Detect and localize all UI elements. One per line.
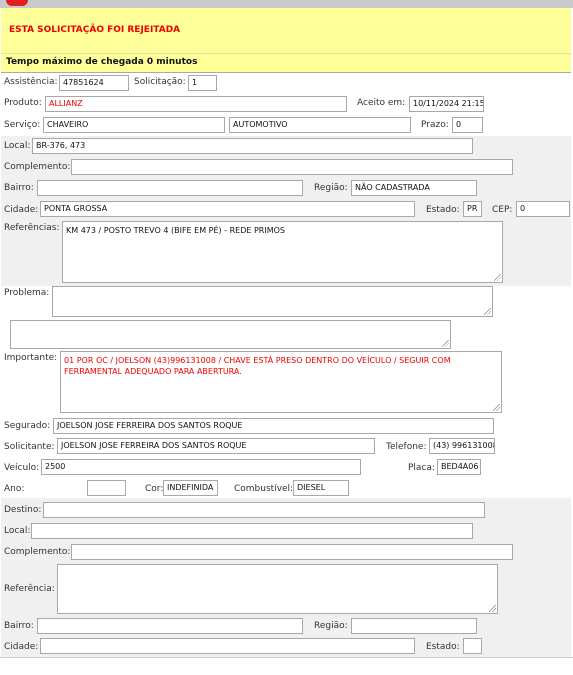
estado-field[interactable]: PR	[463, 201, 482, 217]
top-strip	[0, 0, 573, 8]
solicitacao-field[interactable]: 1	[188, 75, 217, 91]
estado-label: Estado:	[426, 205, 460, 215]
destino-label: Destino:	[4, 505, 42, 515]
combustivel-label: Combustível:	[234, 484, 294, 494]
servico-type-field[interactable]: AUTOMOTIVO	[229, 117, 411, 133]
destino-estado-field[interactable]	[463, 638, 482, 654]
destino-local-field[interactable]	[31, 523, 473, 539]
importante-textarea[interactable]: 01 POR OC / JOELSON (43)996131008 / CHAV…	[60, 351, 502, 413]
resize-grip-icon[interactable]	[442, 340, 449, 347]
destino-regiao-field[interactable]	[351, 618, 477, 634]
resize-grip-icon[interactable]	[494, 274, 501, 281]
cep-label: CEP:	[492, 205, 513, 215]
referencias-textarea[interactable]: KM 473 / POSTO TREVO 4 (BIFE EM PÉ) - RE…	[62, 221, 503, 283]
destino-complemento-label: Complemento:	[4, 547, 71, 557]
destino-cidade-label: Cidade:	[4, 642, 39, 652]
alert-icon	[6, 0, 28, 6]
complemento-label: Complemento:	[4, 162, 71, 172]
cidade-field[interactable]: PONTA GROSSA	[40, 201, 415, 217]
problema-label: Problema:	[4, 288, 50, 298]
placa-field[interactable]: BED4A06	[437, 459, 481, 475]
cor-field[interactable]: INDEFINIDA	[163, 480, 218, 496]
destino-referencia-textarea[interactable]	[57, 564, 498, 614]
local-label: Local:	[4, 141, 31, 151]
produto-label: Produto:	[4, 98, 42, 108]
segurado-label: Segurado:	[4, 421, 51, 431]
cep-field[interactable]: 0	[516, 201, 570, 217]
local-field[interactable]: BR-376, 473	[32, 138, 473, 154]
destino-estado-label: Estado:	[426, 642, 460, 652]
destino-regiao-label: Região:	[314, 621, 348, 631]
solicitante-field[interactable]: JOELSON JOSE FERREIRA DOS SANTOS ROQUE	[57, 438, 375, 454]
destino-field[interactable]	[43, 502, 485, 518]
rejection-text: ESTA SOLICITAÇÃO FOI REJEITADA	[9, 25, 181, 35]
telefone-field[interactable]: (43) 996131008	[429, 438, 495, 454]
assistencia-field[interactable]: 47851624	[59, 75, 129, 91]
bairro-field[interactable]	[37, 180, 303, 196]
destino-bairro-field[interactable]	[37, 618, 303, 634]
cidade-label: Cidade:	[4, 205, 39, 215]
produto-field[interactable]: ALLIANZ	[45, 96, 347, 112]
rejection-banner: ESTA SOLICITAÇÃO FOI REJEITADA	[1, 8, 571, 54]
cor-label: Cor:	[145, 484, 164, 494]
referencias-label: Referências:	[4, 223, 60, 233]
bairro-label: Bairro:	[4, 183, 34, 193]
problema-textarea[interactable]	[52, 286, 493, 317]
arrival-time-bar: Tempo máximo de chegada 0 minutos	[1, 53, 571, 73]
resize-grip-icon[interactable]	[493, 404, 500, 411]
servico-label: Serviço:	[4, 120, 41, 130]
destino-local-label: Local:	[4, 526, 31, 536]
destino-cidade-field[interactable]	[40, 638, 415, 654]
referencias-text: KM 473 / POSTO TREVO 4 (BIFE EM PÉ) - RE…	[66, 226, 286, 235]
servico-field[interactable]: CHAVEIRO	[43, 117, 225, 133]
regiao-label: Região:	[314, 183, 348, 193]
destino-bairro-label: Bairro:	[4, 621, 34, 631]
complemento-field[interactable]	[71, 159, 513, 175]
telefone-label: Telefone:	[386, 442, 427, 452]
ano-label: Ano:	[4, 484, 25, 494]
destino-complemento-field[interactable]	[71, 544, 513, 560]
assistencia-label: Assistência:	[4, 77, 58, 87]
veiculo-label: Veículo:	[4, 463, 40, 473]
aceito-field[interactable]: 10/11/2024 21:15	[409, 96, 484, 112]
destino-referencia-label: Referência:	[4, 584, 55, 594]
regiao-field[interactable]: NÃO CADASTRADA	[351, 180, 477, 196]
aceito-label: Aceito em:	[357, 98, 406, 108]
solicitante-label: Solicitante:	[4, 442, 55, 452]
resize-grip-icon[interactable]	[484, 308, 491, 315]
ano-field[interactable]	[87, 480, 126, 496]
prazo-field[interactable]: 0	[452, 117, 483, 133]
resize-grip-icon[interactable]	[489, 605, 496, 612]
importante-text: 01 POR OC / JOELSON (43)996131008 / CHAV…	[64, 356, 451, 376]
veiculo-field[interactable]: 2500	[41, 459, 361, 475]
solicitacao-label: Solicitação:	[134, 77, 186, 87]
placa-label: Placa:	[408, 463, 435, 473]
segurado-field[interactable]: JOELSON JOSE FERREIRA DOS SANTOS ROQUE	[53, 418, 494, 434]
prazo-label: Prazo:	[421, 120, 449, 130]
importante-label: Importante:	[4, 353, 58, 363]
problema-extra-textarea[interactable]	[10, 320, 451, 349]
arrival-time-text: Tempo máximo de chegada 0 minutos	[6, 57, 198, 67]
combustivel-field[interactable]: DIESEL	[293, 480, 349, 496]
divider	[0, 657, 573, 658]
